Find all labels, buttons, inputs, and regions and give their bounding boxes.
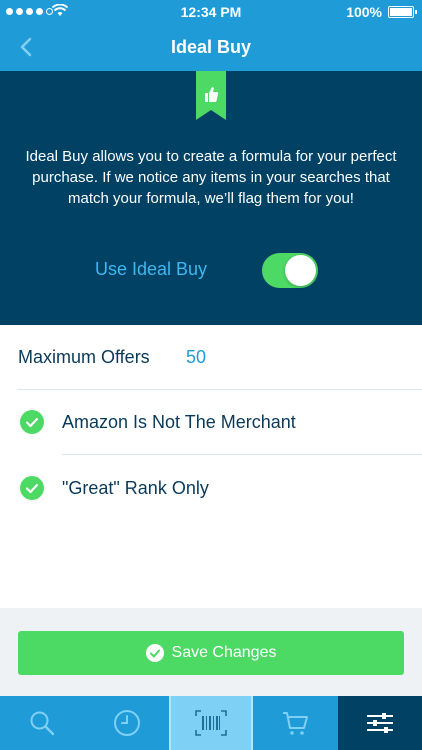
tab-history[interactable] bbox=[84, 696, 168, 750]
sliders-icon bbox=[366, 713, 393, 733]
toggle-knob bbox=[285, 255, 316, 286]
use-ideal-buy-label: Use Ideal Buy bbox=[95, 259, 208, 279]
tab-scan[interactable] bbox=[168, 696, 254, 750]
ideal-buy-settings: Maximum Offers 50 Amazon Is Not The Merc… bbox=[0, 325, 422, 608]
tab-settings[interactable] bbox=[337, 696, 422, 750]
tab-cart[interactable] bbox=[253, 696, 337, 750]
great-rank-only-row[interactable]: "Great" Rank Only bbox=[18, 456, 422, 521]
navigation-bar: Ideal Buy bbox=[0, 24, 422, 71]
maximum-offers-label: Maximum Offers bbox=[18, 347, 150, 367]
save-changes-button[interactable]: Save Changes bbox=[18, 631, 404, 675]
tab-search[interactable] bbox=[0, 696, 84, 750]
amazon-not-merchant-label: Amazon Is Not The Merchant bbox=[62, 412, 296, 432]
tab-bar bbox=[0, 696, 422, 750]
save-area: Save Changes bbox=[0, 608, 422, 696]
battery-percentage: 100% bbox=[346, 4, 382, 20]
use-ideal-buy-toggle[interactable] bbox=[262, 253, 318, 288]
status-bar: 12:34 PM 100% bbox=[0, 0, 422, 24]
great-rank-only-label: "Great" Rank Only bbox=[62, 478, 209, 498]
ideal-buy-description: Ideal Buy allows you to create a formula… bbox=[25, 148, 397, 207]
maximum-offers-value: 50 bbox=[186, 347, 207, 367]
save-changes-label: Save Changes bbox=[171, 644, 277, 661]
battery-icon bbox=[388, 6, 417, 18]
clock-icon bbox=[113, 710, 140, 736]
maximum-offers-row[interactable]: Maximum Offers 50 bbox=[18, 325, 422, 390]
page-title: Ideal Buy bbox=[170, 37, 252, 57]
check-circle-icon bbox=[145, 644, 164, 662]
barcode-icon bbox=[195, 710, 227, 736]
check-circle-icon[interactable] bbox=[20, 476, 44, 500]
check-circle-icon[interactable] bbox=[20, 410, 44, 434]
cart-icon bbox=[283, 712, 309, 735]
thumbs-up-icon bbox=[196, 71, 226, 120]
search-icon bbox=[30, 711, 55, 736]
amazon-not-merchant-row[interactable]: Amazon Is Not The Merchant bbox=[18, 390, 422, 455]
divider bbox=[62, 454, 422, 455]
ideal-buy-intro: Ideal Buy allows you to create a formula… bbox=[0, 71, 422, 325]
